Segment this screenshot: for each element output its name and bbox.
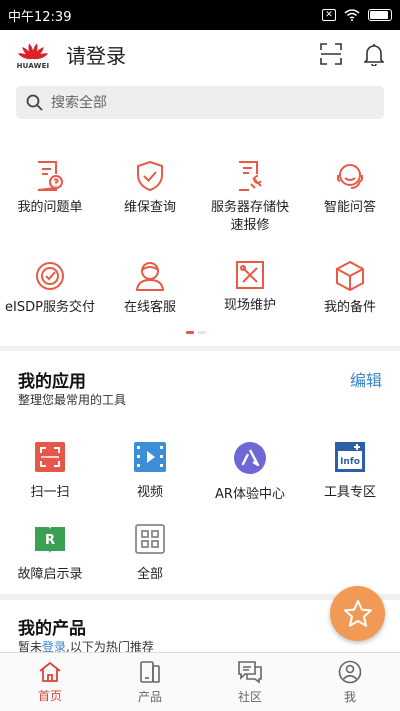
bottom-tab-bar: 首页 产品 社区 我 [0,652,400,711]
my-apps-title: 我的应用 [18,372,86,392]
service-item-quick-repair[interactable]: 服务器存储快速报修 [200,160,300,235]
my-apps-subtitle: 整理您最常用的工具 [18,393,127,407]
service-item-online-cs[interactable]: 在线客服 [100,260,200,317]
app-label: 视频 [136,485,163,500]
app-label: 故障启示录 [17,567,83,582]
community-icon [238,660,262,684]
repair-doc-icon [239,161,262,191]
agent-icon [135,262,165,291]
svg-text:Info: Info [340,457,360,467]
issue-ticket-icon [37,161,63,191]
service-item-smart-qa[interactable]: 智能问答 [300,160,400,217]
shield-check-icon [137,160,163,192]
profile-icon [338,660,362,683]
app-item-fault-book[interactable]: R 故障启示录 [0,524,100,582]
notification-off-icon: ✕ [322,9,336,21]
search-input[interactable] [51,94,351,111]
products-sub-prefix: 暂未 [18,640,43,652]
tab-label: 产品 [137,689,162,704]
my-products-title: 我的产品 [18,619,86,639]
grid-icon [135,524,165,554]
products-sub-suffix: ,以下为热门推荐 [66,640,154,652]
wifi-icon [344,9,360,21]
status-time: 中午12:39 [8,9,72,25]
service-label: eISDP服务交付 [5,300,95,315]
service-label: 智能问答 [323,200,376,215]
scan-frame-icon[interactable] [320,43,342,65]
ar-icon [234,442,266,474]
star-icon [343,599,372,627]
headset-icon [337,164,363,189]
tab-label: 首页 [37,688,62,703]
tab-home[interactable]: 首页 [0,653,100,711]
app-item-all[interactable]: 全部 [100,524,200,582]
app-label: 工具专区 [323,485,376,500]
bell-icon[interactable] [364,43,384,66]
huawei-logo: HUAWEI [16,39,50,70]
service-item-spare-parts[interactable]: 我的备件 [300,260,400,317]
page-dot [198,331,206,334]
service-item-onsite[interactable]: 现场维护 [200,260,300,315]
search-section [0,78,400,128]
info-tools-icon: Info [335,442,365,472]
box-icon [336,260,364,292]
login-link[interactable]: 登录 [42,640,66,652]
video-icon [134,442,166,472]
status-bar: 中午12:39 ✕ [0,0,400,30]
app-label: AR体验中心 [215,487,285,502]
my-products-subtitle: 暂未登录,以下为热门推荐 [18,638,154,652]
search-bar[interactable] [16,86,384,119]
logo-text: HUAWEI [16,61,50,70]
app-label: 扫一扫 [30,485,70,500]
app-item-ar[interactable]: AR体验中心 [200,442,300,502]
tools-icon [236,261,264,289]
service-label: 我的备件 [323,300,376,315]
app-item-video[interactable]: 视频 [100,442,200,500]
app-header: HUAWEI 请登录 [0,30,400,78]
book-icon: R [35,527,65,553]
scan-icon [35,442,65,472]
tab-label: 我 [343,689,356,704]
app-item-scan[interactable]: 扫一扫 [0,442,100,500]
service-label: 服务器存储快速报修 [210,200,289,233]
service-item-warranty[interactable]: 维保查询 [100,160,200,217]
search-icon [26,94,43,111]
app-item-tools[interactable]: Info 工具专区 [300,442,400,500]
app-label: 全部 [136,567,163,582]
status-icons: ✕ [322,9,392,21]
product-phone-icon [140,660,160,683]
my-apps-section: 我的应用 整理您最常用的工具 编辑 扫一扫 视频 AR体验中心 Info 工具专… [0,351,400,594]
page-dot-active [186,331,194,334]
service-grid: 我的问题单 维保查询 服务器存储快速报修 智能问答 eISDP服务交付 在线客服… [0,128,400,346]
tab-products[interactable]: 产品 [100,653,200,711]
edit-apps-button[interactable]: 编辑 [350,367,382,391]
tab-me[interactable]: 我 [300,653,400,711]
page-indicator [186,331,206,334]
battery-icon [368,9,392,21]
login-prompt-title[interactable]: 请登录 [66,40,126,69]
home-icon [39,661,61,682]
tab-label: 社区 [237,689,262,704]
delivery-check-icon [36,262,64,290]
svg-text:R: R [45,533,55,548]
service-label: 维保查询 [123,200,176,215]
service-label: 现场维护 [223,298,276,313]
service-label: 在线客服 [123,300,176,315]
service-item-eisdp[interactable]: eISDP服务交付 [0,260,100,317]
service-label: 我的问题单 [17,200,83,215]
favorite-fab[interactable] [330,586,385,641]
service-item-my-tickets[interactable]: 我的问题单 [0,160,100,217]
tab-community[interactable]: 社区 [200,653,300,711]
